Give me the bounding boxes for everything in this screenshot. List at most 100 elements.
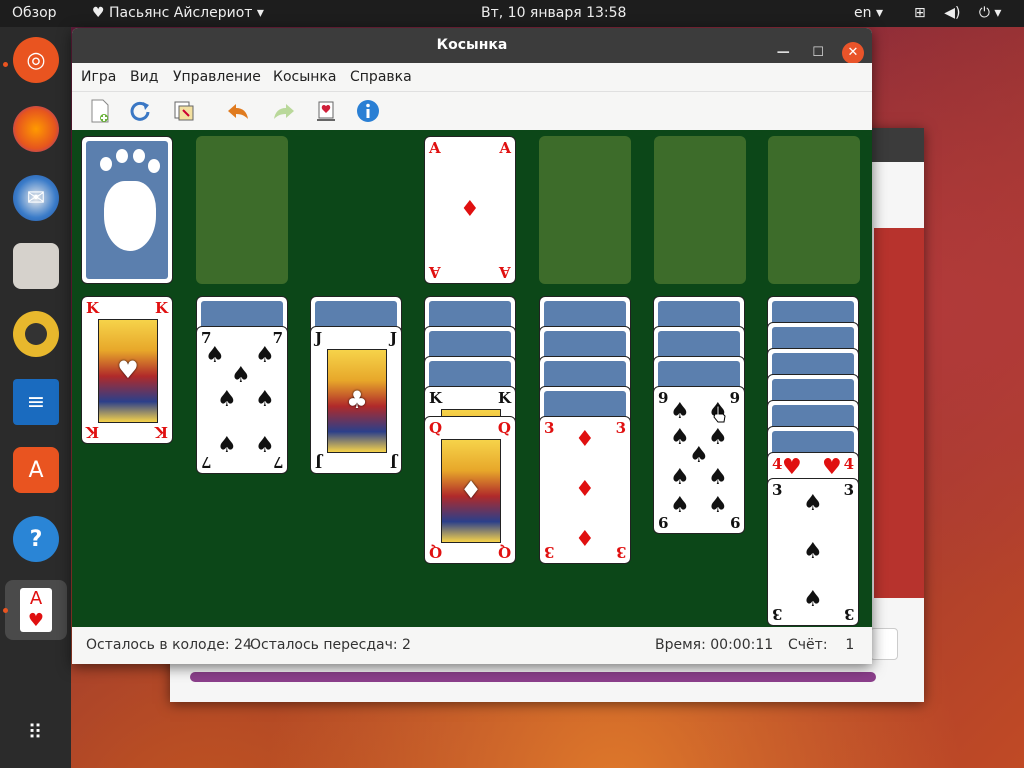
card-rank: K xyxy=(86,423,100,441)
tableau-5-card[interactable]: 3 3 ♦ ♦ ♦ 3 3 xyxy=(539,416,631,564)
tableau-1-card[interactable]: K K ♥ K K xyxy=(81,296,173,444)
foundation-3[interactable] xyxy=(654,136,746,284)
spade-icon: ♠ xyxy=(255,387,275,412)
system-tray[interactable]: ⊞ ◀) ⏻ ▾ xyxy=(914,0,1015,27)
new-game-icon[interactable] xyxy=(84,96,116,126)
files-icon[interactable] xyxy=(13,243,59,289)
tableau-3-card[interactable]: J J ♣ J J xyxy=(310,326,402,474)
game-board[interactable]: A A ♦ A A K K ♥ K K 7 7 ♠ ♠ ♠ ♠ ♠ ♠ ♠ 7 … xyxy=(72,130,872,627)
background-window-button[interactable] xyxy=(870,628,898,660)
diamond-icon: ♦ xyxy=(460,197,480,222)
minimize-button[interactable]: — xyxy=(772,42,794,64)
solitaire-window: Косынка — ☐ ✕ Игра Вид Управление Косынк… xyxy=(72,28,872,664)
stock-pile[interactable] xyxy=(81,136,173,284)
libreoffice-writer-icon[interactable]: ≡ xyxy=(13,379,59,425)
spade-icon: ♠ xyxy=(255,433,275,458)
tableau-6-card[interactable]: 9 9 ♠ ♠ ♠ ♠ ♠ ♠ ♠ ♠ ♠ 9 9 xyxy=(653,386,745,534)
card-rank: Q xyxy=(429,543,443,561)
language-indicator[interactable]: en ▾ xyxy=(854,0,883,27)
spade-icon: ♠ xyxy=(205,343,225,368)
background-window-progress-bar xyxy=(190,672,876,682)
foundation-1[interactable]: A A ♦ A A xyxy=(424,136,516,284)
thunderbird-icon[interactable]: ✉ xyxy=(13,175,59,221)
card-rank: 9 xyxy=(658,513,669,531)
ubuntu-software-icon[interactable]: A xyxy=(13,447,59,493)
card-rank: 3 xyxy=(772,481,783,499)
card-rank: K xyxy=(497,389,511,407)
king-face-image: ♥ xyxy=(98,319,158,423)
queen-face-image: ♦ xyxy=(441,439,501,543)
card-rank: 3 xyxy=(772,605,783,623)
spade-icon: ♠ xyxy=(670,399,690,424)
foundation-2[interactable] xyxy=(539,136,631,284)
software-updater-icon[interactable]: ◎ xyxy=(13,37,59,83)
close-button[interactable]: ✕ xyxy=(842,42,864,64)
card-rank: Q xyxy=(429,419,443,437)
waste-pile[interactable] xyxy=(196,136,288,284)
menu-bar: Игра Вид Управление Косынка Справка xyxy=(72,63,872,92)
card-rank: 3 xyxy=(544,419,555,437)
card-rank: 3 xyxy=(615,543,626,561)
spade-icon: ♠ xyxy=(689,443,709,468)
menu-klondike[interactable]: Косынка xyxy=(273,63,336,91)
tableau-7-card[interactable]: 3 3 ♠ ♠ ♠ 3 3 xyxy=(767,478,859,626)
running-indicator xyxy=(3,608,8,613)
clock[interactable]: Вт, 10 января 13:58 xyxy=(481,0,626,27)
hint-icon[interactable] xyxy=(310,96,342,126)
menu-help[interactable]: Справка xyxy=(350,63,412,91)
heart-icon: ♥ xyxy=(782,455,802,480)
spade-icon: ♠ xyxy=(255,343,275,368)
window-titlebar[interactable]: Косынка — ☐ ✕ xyxy=(72,28,872,64)
heart-icon: ♥ xyxy=(92,5,105,21)
card-rank: 9 xyxy=(729,389,740,407)
redeals-remaining: Осталось пересдач: 2 xyxy=(250,637,411,653)
window-controls: — ☐ ✕ xyxy=(764,35,864,64)
undo-icon[interactable] xyxy=(222,96,254,126)
spade-icon: ♠ xyxy=(803,539,823,564)
gnome-foot-icon xyxy=(86,141,168,279)
background-window-image xyxy=(874,228,924,598)
foundation-4[interactable] xyxy=(768,136,860,284)
show-apps-icon[interactable]: ⠿ xyxy=(13,709,59,755)
card-rank: K xyxy=(154,299,168,317)
aisleriot-icon[interactable]: A ♥ xyxy=(5,580,67,640)
spade-icon: ♠ xyxy=(708,493,728,518)
jack-face-image: ♣ xyxy=(327,349,387,453)
activities-button[interactable]: Обзор xyxy=(12,0,57,27)
card-rank: 3 xyxy=(843,605,854,623)
restart-icon[interactable] xyxy=(124,96,156,126)
top-bar: Обзор ♥ Пасьянс Айслериот ▾ Вт, 10 январ… xyxy=(0,0,1024,27)
app-menu[interactable]: ♥ Пасьянс Айслериот ▾ xyxy=(92,0,264,27)
help-icon[interactable]: ? xyxy=(13,516,59,562)
menu-control[interactable]: Управление xyxy=(173,63,261,91)
card-rank: K xyxy=(154,423,168,441)
menu-game[interactable]: Игра xyxy=(81,63,116,91)
tableau-4-card[interactable]: Q Q ♦ Q Q xyxy=(424,416,516,564)
spade-icon: ♠ xyxy=(670,425,690,450)
card-rank: J xyxy=(315,453,323,471)
window-title: Косынка xyxy=(436,37,508,53)
game-timer: Время: 00:00:11 xyxy=(655,637,774,653)
spade-icon: ♠ xyxy=(708,425,728,450)
card-rank: 3 xyxy=(544,543,555,561)
info-icon[interactable] xyxy=(352,96,384,126)
deck-remaining: Осталось в колоде: 24 xyxy=(86,637,252,653)
rhythmbox-icon[interactable] xyxy=(13,311,59,357)
card-rank: 9 xyxy=(658,389,669,407)
menu-view[interactable]: Вид xyxy=(130,63,158,91)
select-game-icon[interactable] xyxy=(168,96,200,126)
maximize-button[interactable]: ☐ xyxy=(807,42,829,64)
card-rank: A xyxy=(499,263,511,281)
redo-icon[interactable] xyxy=(268,96,300,126)
firefox-icon[interactable] xyxy=(13,106,59,152)
card-rank: 7 xyxy=(201,453,212,471)
app-menu-label: Пасьянс Айслериот xyxy=(109,5,253,21)
toolbar xyxy=(72,92,872,130)
spade-icon: ♠ xyxy=(217,433,237,458)
tableau-2-card[interactable]: 7 7 ♠ ♠ ♠ ♠ ♠ ♠ ♠ 7 7 xyxy=(196,326,288,474)
diamond-icon: ♦ xyxy=(575,427,595,452)
spade-icon: ♠ xyxy=(670,493,690,518)
heart-icon: ♥ xyxy=(822,455,842,480)
card-rank: J xyxy=(389,453,397,471)
card-rank: Q xyxy=(497,543,511,561)
